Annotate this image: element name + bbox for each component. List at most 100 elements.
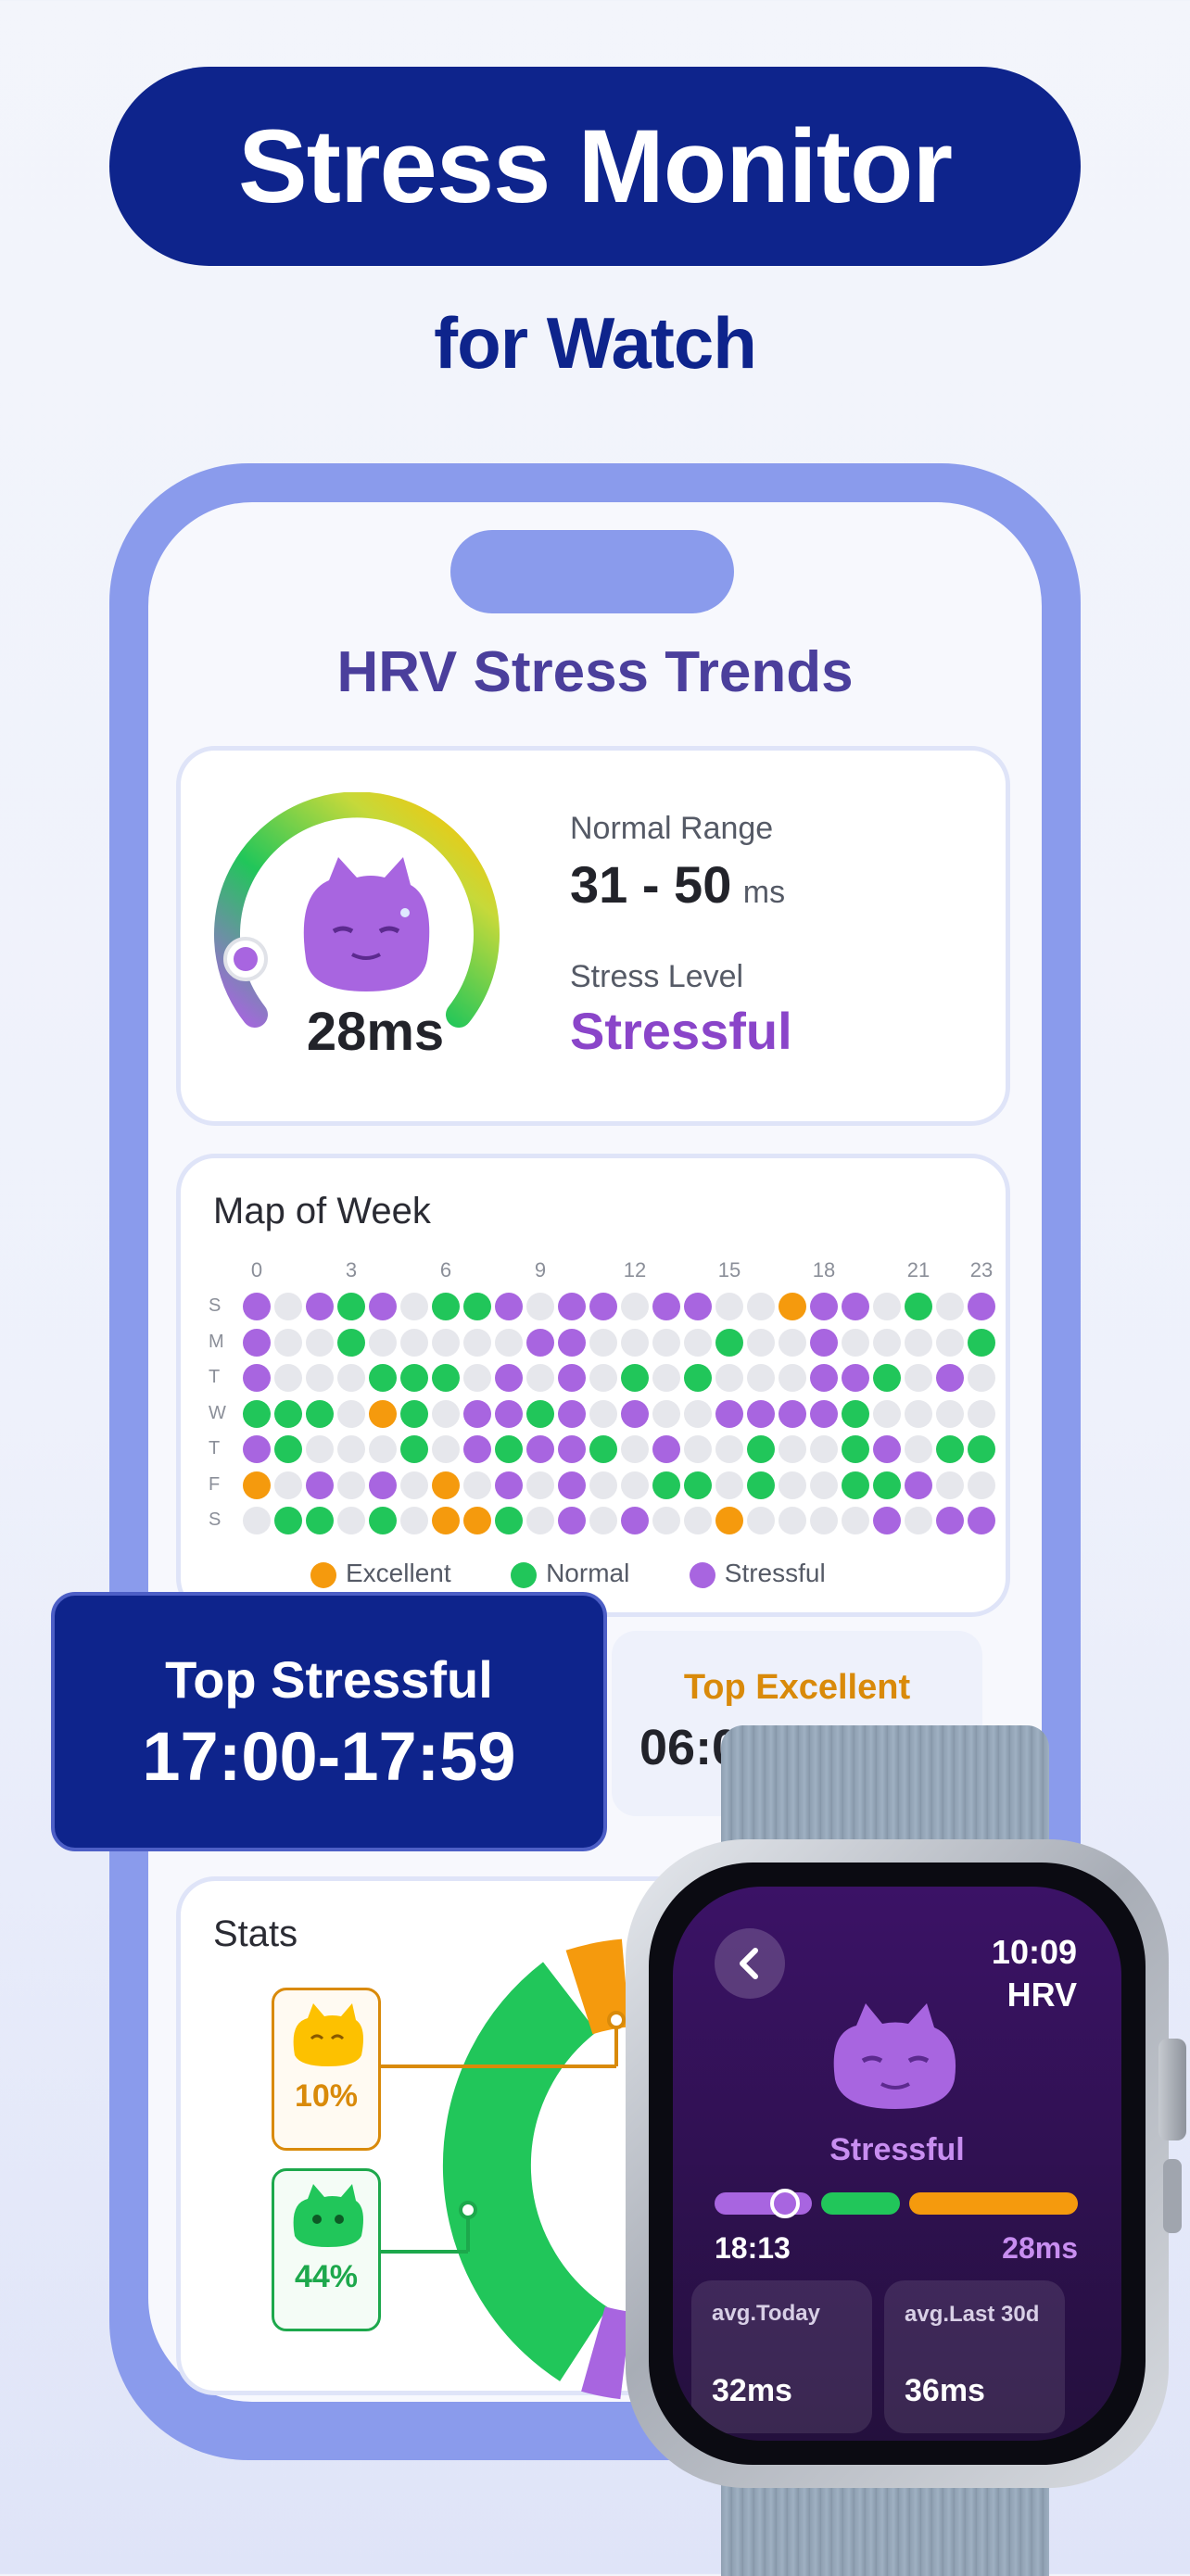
week-dot	[779, 1364, 806, 1392]
week-dot	[873, 1471, 901, 1499]
week-dot	[432, 1471, 460, 1499]
week-dot	[274, 1364, 302, 1392]
watch-mode: HRV	[1006, 1976, 1077, 2014]
week-dot	[558, 1328, 586, 1357]
week-dot	[495, 1364, 523, 1392]
watch-header: 10:09 HRV	[992, 1931, 1077, 2016]
watch-back-button[interactable]	[715, 1928, 785, 1999]
week-dot	[652, 1507, 680, 1534]
week-dot	[400, 1293, 428, 1320]
week-dot	[842, 1471, 869, 1499]
week-dot	[463, 1399, 491, 1428]
week-dot	[684, 1399, 712, 1428]
week-dot	[306, 1435, 334, 1463]
week-dot	[526, 1435, 554, 1463]
week-dot	[243, 1328, 271, 1357]
week-dot	[905, 1471, 932, 1499]
week-dot	[306, 1328, 334, 1357]
week-dot	[495, 1435, 523, 1463]
week-dot	[652, 1435, 680, 1463]
week-dot	[652, 1293, 680, 1320]
week-dot	[779, 1399, 806, 1428]
stress-level-label: Stress Level	[570, 959, 744, 994]
week-dot	[400, 1364, 428, 1392]
week-dot	[589, 1471, 617, 1499]
week-dot-grid	[181, 1290, 1015, 1540]
week-dot	[842, 1293, 869, 1320]
week-dot	[715, 1399, 743, 1428]
stressful-segment	[581, 2306, 632, 2400]
week-dot	[558, 1293, 586, 1320]
week-dot	[652, 1399, 680, 1428]
top-excellent-label: Top Excellent	[683, 1668, 911, 1707]
week-dot	[779, 1293, 806, 1320]
week-dot	[526, 1328, 554, 1357]
watch-bar-excellent	[909, 2192, 1078, 2215]
week-dot	[684, 1507, 712, 1534]
week-dot	[526, 1364, 554, 1392]
week-dot	[243, 1507, 271, 1534]
week-dot	[842, 1435, 869, 1463]
week-dot	[621, 1435, 649, 1463]
watch-crown[interactable]	[1158, 2039, 1186, 2140]
week-dot	[905, 1364, 932, 1392]
week-dot	[463, 1435, 491, 1463]
week-dot	[306, 1399, 334, 1428]
legend-excellent-dot	[310, 1561, 336, 1588]
watch-last-value: 28ms	[1002, 2231, 1078, 2265]
week-dot	[936, 1364, 964, 1392]
week-dot	[715, 1435, 743, 1463]
week-dot	[621, 1293, 649, 1320]
week-dot	[526, 1507, 554, 1534]
week-dot	[905, 1399, 932, 1428]
week-dot	[274, 1471, 302, 1499]
week-dot	[652, 1471, 680, 1499]
gauge-value: 28ms	[306, 1002, 445, 1062]
week-dot	[337, 1364, 365, 1392]
phone-notch	[450, 530, 734, 613]
hour-label: 9	[534, 1258, 547, 1282]
hour-axis: 0 3 6 9 12 15 18 21 23	[181, 1258, 1015, 1286]
week-dot	[936, 1507, 964, 1534]
week-dot	[369, 1507, 397, 1534]
week-dot	[747, 1293, 775, 1320]
hour-label: 18	[812, 1258, 836, 1282]
week-dot	[337, 1399, 365, 1428]
week-dot	[369, 1328, 397, 1357]
watch-side-button[interactable]	[1163, 2159, 1182, 2233]
week-dot	[558, 1507, 586, 1534]
week-dot	[715, 1471, 743, 1499]
avg-today-label: avg.Today	[712, 2301, 820, 2326]
week-dot	[810, 1435, 838, 1463]
top-stressful-card: Top Stressful 17:00-17:59	[51, 1592, 607, 1851]
hour-label: 6	[439, 1258, 452, 1282]
week-dot	[274, 1328, 302, 1357]
hrv-summary-card: 28ms Normal Range 31 - 50 ms Stress Leve…	[176, 746, 1010, 1126]
week-dot	[684, 1293, 712, 1320]
watch-bar-normal	[821, 2192, 900, 2215]
hour-label: 21	[906, 1258, 930, 1282]
week-dot	[463, 1507, 491, 1534]
calm-cat-icon	[293, 2184, 363, 2247]
week-dot	[652, 1328, 680, 1357]
normal-stat-box: 44%	[272, 2168, 381, 2331]
week-dot	[369, 1435, 397, 1463]
week-dot	[274, 1507, 302, 1534]
legend-stressful-dot	[689, 1561, 715, 1588]
normal-range: 31 - 50 ms	[570, 854, 785, 915]
happy-cat-icon	[293, 2003, 363, 2066]
week-dot	[779, 1507, 806, 1534]
hour-label: 23	[969, 1258, 994, 1282]
normal-range-unit: ms	[742, 875, 786, 910]
week-dot	[306, 1364, 334, 1392]
legend-normal-dot	[511, 1561, 538, 1588]
watch-last-time: 18:13	[715, 2231, 791, 2265]
watch-avg-today-card: avg.Today 32ms	[691, 2280, 872, 2433]
week-dot	[684, 1471, 712, 1499]
week-dot	[842, 1507, 869, 1534]
week-dot	[936, 1293, 964, 1320]
week-dot	[810, 1293, 838, 1320]
week-dot	[243, 1435, 271, 1463]
week-dot	[432, 1328, 460, 1357]
normal-range-label: Normal Range	[570, 811, 774, 846]
